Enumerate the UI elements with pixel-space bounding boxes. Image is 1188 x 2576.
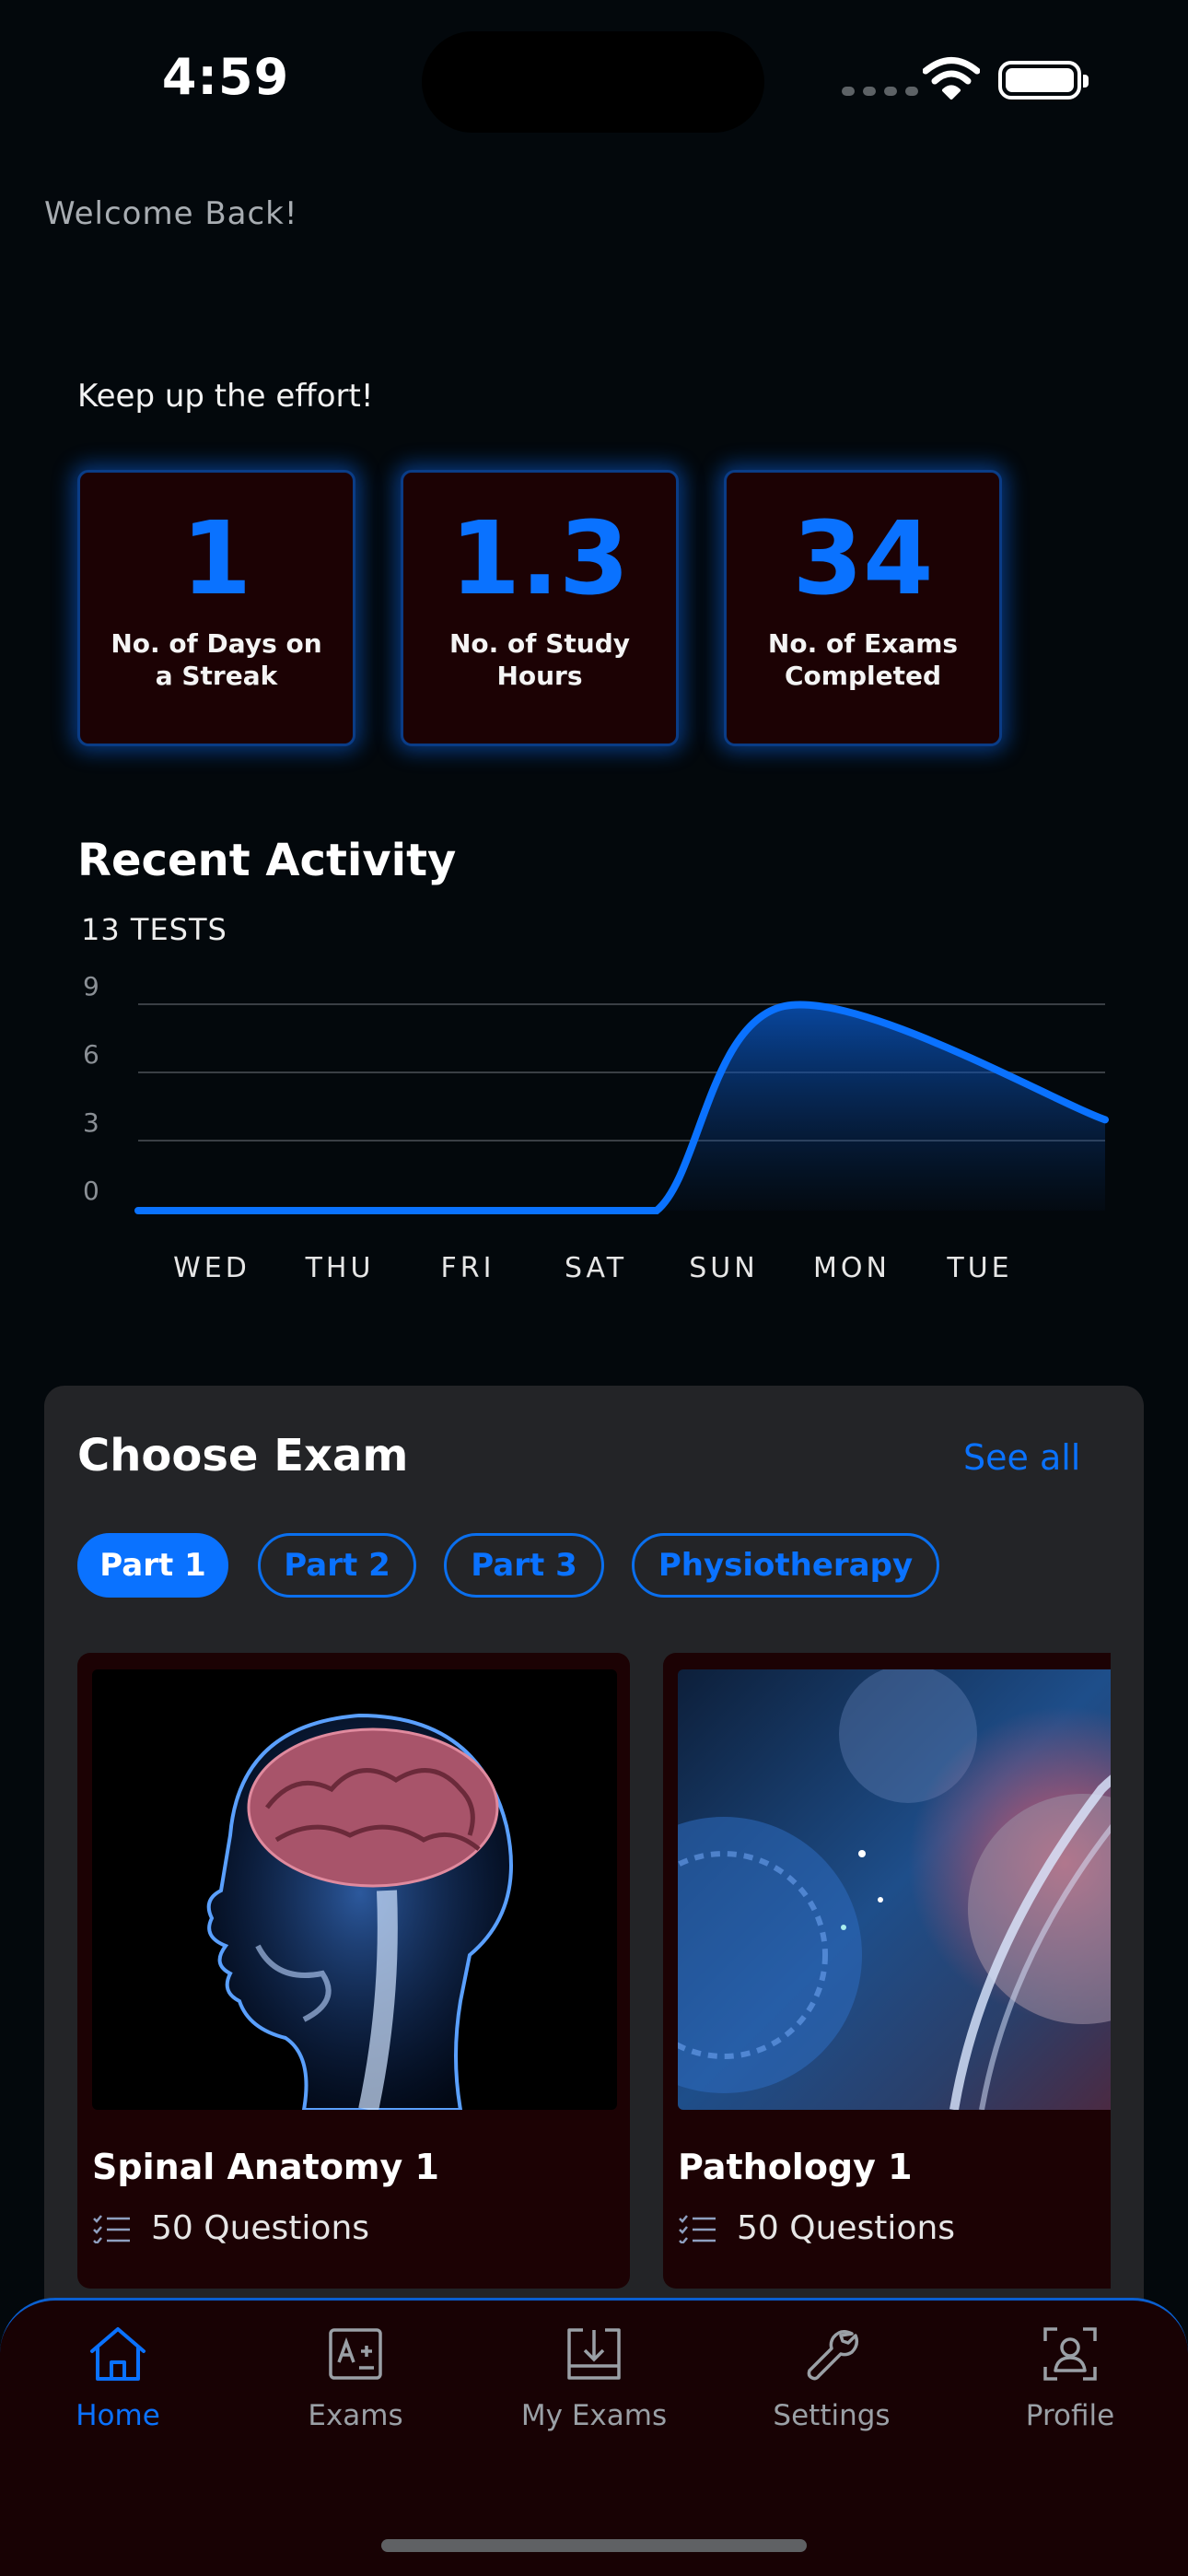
x-tick-label: TUE — [946, 1252, 1012, 1284]
tests-count: 13 TESTS — [81, 912, 227, 947]
x-tick-label: WED — [173, 1252, 250, 1284]
welcome-text: Welcome Back! — [44, 195, 298, 232]
exam-card-spinal-anatomy[interactable]: Spinal Anatomy 1 50 Questions — [77, 1653, 630, 2289]
tab-my-exams[interactable]: My Exams — [493, 2322, 695, 2432]
grade-icon — [329, 2328, 382, 2380]
stat-label: No. of Study Hours — [449, 627, 630, 692]
tab-settings[interactable]: Settings — [730, 2322, 933, 2432]
y-tick-label: 0 — [83, 1176, 99, 1206]
stat-card-streak: 1 No. of Days on a Streak — [77, 470, 355, 746]
stat-value: 1 — [181, 499, 252, 617]
wrench-icon — [807, 2330, 859, 2381]
x-tick-label: SAT — [565, 1252, 627, 1284]
exam-card-title: Spinal Anatomy 1 — [92, 2147, 439, 2187]
home-indicator — [381, 2539, 807, 2552]
wifi-icon — [923, 57, 980, 100]
chip-physiotherapy[interactable]: Physiotherapy — [632, 1533, 939, 1598]
recent-activity-title: Recent Activity — [77, 835, 457, 886]
status-time: 4:59 — [161, 48, 290, 106]
profile-icon — [1043, 2327, 1097, 2381]
tab-label: Exams — [308, 2399, 403, 2432]
home-icon — [90, 2327, 146, 2381]
y-tick-label: 3 — [83, 1107, 99, 1138]
download-icon — [567, 2328, 621, 2380]
chip-part-3[interactable]: Part 3 — [444, 1533, 604, 1598]
tab-label: Settings — [773, 2399, 891, 2432]
activity-chart: 9 6 3 0 WED THU FRI SAT SUN MON TUE — [83, 971, 1109, 1284]
chip-part-1[interactable]: Part 1 — [77, 1533, 228, 1598]
stat-value: 1.3 — [449, 499, 630, 617]
battery-icon — [998, 61, 1089, 100]
motivation-text: Keep up the effort! — [77, 378, 374, 415]
stat-label: No. of Days on a Streak — [111, 627, 322, 692]
y-tick-label: 9 — [83, 971, 99, 1001]
cellular-signal-icon — [842, 87, 918, 96]
question-count-label: 50 Questions — [737, 2209, 956, 2247]
exam-card-pathology[interactable]: Pathology 1 50 Questions — [663, 1653, 1111, 2289]
y-tick-label: 6 — [83, 1039, 99, 1070]
x-tick-label: MON — [813, 1252, 891, 1284]
dynamic-island — [422, 31, 764, 133]
choose-exam-title: Choose Exam — [77, 1430, 409, 1481]
activity-area — [138, 1004, 1105, 1211]
list-icon — [93, 2214, 130, 2243]
see-all-link[interactable]: See all — [963, 1437, 1080, 1478]
x-tick-label: SUN — [689, 1252, 758, 1284]
tab-exams[interactable]: Exams — [254, 2322, 457, 2432]
x-tick-label: THU — [305, 1252, 375, 1284]
tab-label: Profile — [1025, 2399, 1115, 2432]
stat-card-study-hours: 1.3 No. of Study Hours — [401, 470, 679, 746]
exam-card-title: Pathology 1 — [678, 2147, 913, 2187]
chip-part-2[interactable]: Part 2 — [258, 1533, 416, 1598]
stat-label: No. of Exams Completed — [767, 627, 959, 692]
tab-label: Home — [76, 2399, 160, 2432]
stat-card-exams-completed: 34 No. of Exams Completed — [724, 470, 1002, 746]
question-count: 50 Questions — [92, 2209, 369, 2247]
list-icon — [679, 2214, 716, 2243]
question-count: 50 Questions — [678, 2209, 955, 2247]
x-tick-label: FRI — [441, 1252, 495, 1284]
brain-xray-image — [92, 1669, 617, 2110]
tab-home[interactable]: Home — [17, 2322, 219, 2432]
tab-profile[interactable]: Profile — [969, 2322, 1171, 2432]
exam-cards-carousel[interactable]: Spinal Anatomy 1 50 Questions Pathology … — [77, 1653, 1111, 2289]
tab-label: My Exams — [520, 2399, 668, 2432]
cell-dna-image — [678, 1669, 1111, 2110]
question-count-label: 50 Questions — [151, 2209, 370, 2247]
stat-value: 34 — [792, 499, 934, 617]
